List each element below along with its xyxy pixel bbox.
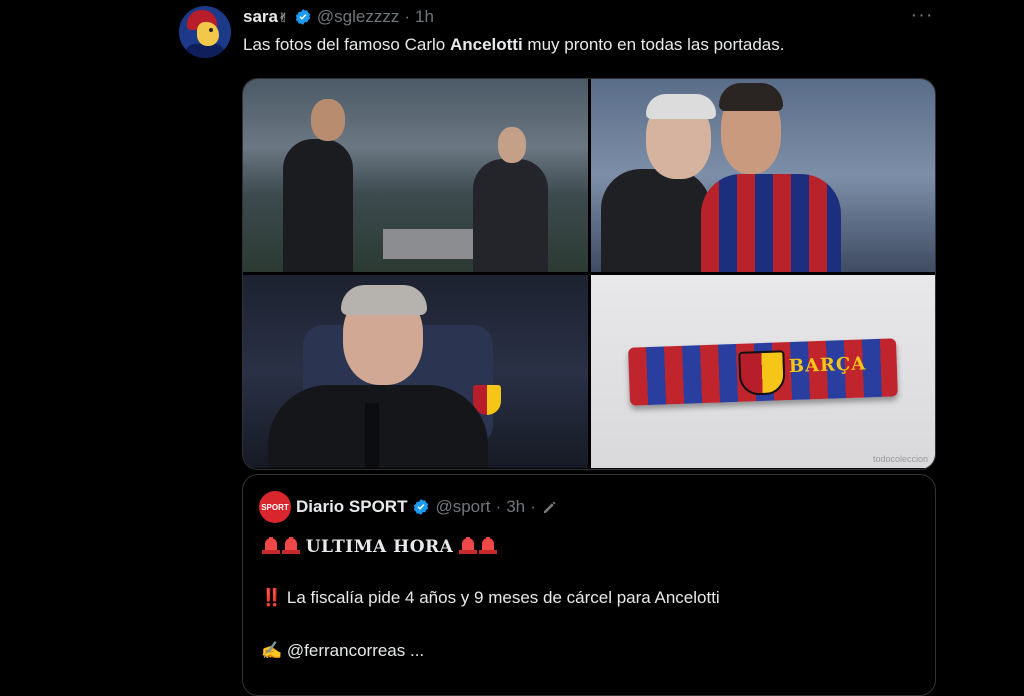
- photo-barca-candy-stick[interactable]: BARÇA todocoleccion: [591, 275, 935, 468]
- tweet-text: Las fotos del famoso Carlo Ancelotti muy…: [243, 35, 785, 54]
- headline: ULTIMA HORA: [305, 537, 454, 557]
- display-name[interactable]: sara✌: [243, 7, 289, 27]
- stick-label: BARÇA: [788, 353, 867, 378]
- media-grid[interactable]: BARÇA todocoleccion: [242, 78, 936, 470]
- handle[interactable]: @sglezzzz: [317, 7, 399, 27]
- quote-headline-line: ULTIMA HORA: [261, 535, 498, 557]
- avatar[interactable]: [179, 6, 231, 58]
- quote-header: SPORT Diario SPORT @sport · 3h ·: [259, 491, 559, 523]
- candy-stick: BARÇA: [628, 338, 898, 406]
- double-exclamation-icon: ‼️: [261, 588, 283, 607]
- quote-handle[interactable]: @sport: [435, 497, 490, 517]
- tweet[interactable]: sara✌ @sglezzzz · 1h ··· Las fotos del f…: [0, 0, 1024, 696]
- tweet-header: sara✌ @sglezzzz · 1h: [243, 6, 434, 28]
- photo-ancelotti-lewandowski[interactable]: [591, 79, 935, 272]
- photo-ancelotti-bench[interactable]: [243, 275, 588, 468]
- sport-avatar[interactable]: SPORT: [259, 491, 291, 523]
- separator: ·: [495, 497, 502, 516]
- quote-author-text[interactable]: @ferrancorreas ...: [287, 641, 424, 660]
- quote-body-text: La fiscalía pide 4 años y 9 meses de cár…: [286, 588, 720, 607]
- more-options-icon[interactable]: ···: [910, 5, 934, 28]
- siren-icon: [262, 537, 280, 554]
- quote-body-line: ‼️ La fiscalía pide 4 años y 9 meses de …: [261, 588, 720, 608]
- separator: ·: [530, 497, 536, 516]
- separator: ·: [404, 7, 411, 26]
- writing-hand-icon: ✍️: [261, 641, 283, 660]
- timestamp[interactable]: 1h: [415, 7, 434, 27]
- barca-crest-icon: [738, 350, 786, 396]
- quote-display-name[interactable]: Diario SPORT: [296, 497, 407, 517]
- quote-timestamp[interactable]: 3h: [506, 497, 525, 517]
- quoted-tweet[interactable]: SPORT Diario SPORT @sport · 3h · ULTIMA …: [242, 474, 936, 696]
- photo-coaches-sideline[interactable]: [243, 79, 588, 272]
- siren-icon: [459, 537, 478, 554]
- verified-badge-icon: [295, 9, 311, 25]
- verified-badge-icon: [414, 499, 429, 515]
- quote-author-line: ✍️ @ferrancorreas ...: [261, 641, 424, 661]
- watermark: todocoleccion: [872, 454, 928, 464]
- siren-icon: [479, 537, 498, 554]
- edited-pencil-icon: [543, 501, 556, 513]
- siren-icon: [282, 537, 300, 554]
